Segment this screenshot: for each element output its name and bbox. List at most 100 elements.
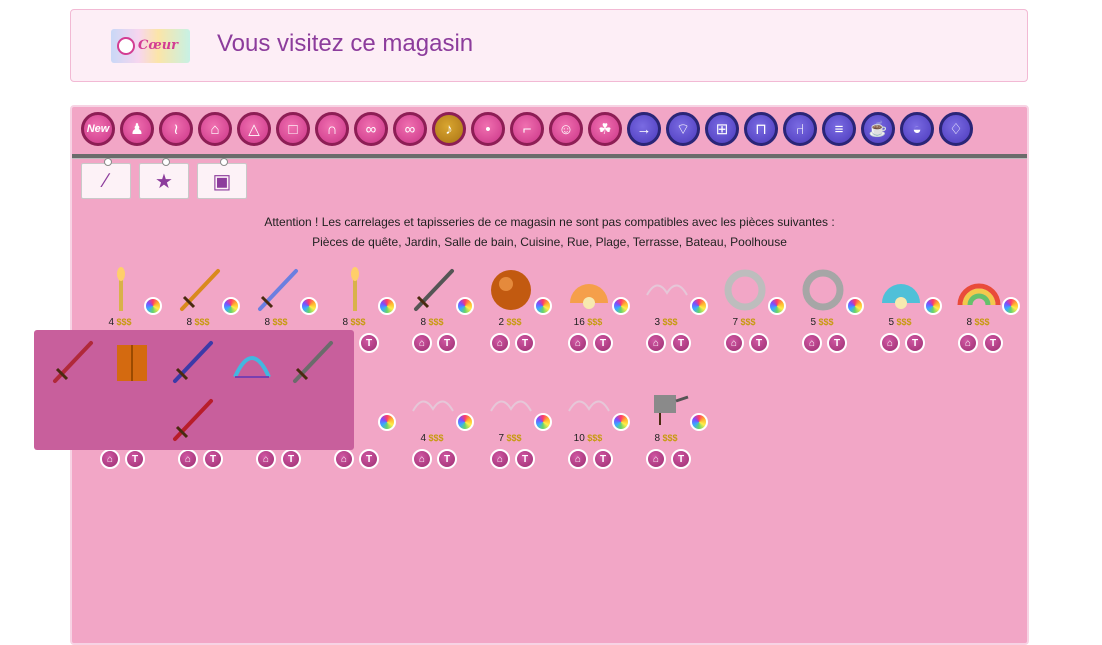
orange-orb-icon[interactable] <box>484 265 538 315</box>
category-new-button[interactable]: New <box>81 112 115 146</box>
try-on-button[interactable]: T <box>749 333 769 353</box>
try-on-button[interactable]: T <box>359 449 379 469</box>
wreath-icon[interactable] <box>718 265 772 315</box>
try-on-button[interactable]: T <box>671 449 691 469</box>
buy-cart-button[interactable]: ⌂ <box>490 449 510 469</box>
try-on-button[interactable]: T <box>827 333 847 353</box>
buy-cart-button[interactable]: ⌂ <box>724 333 744 353</box>
color-wheel-icon[interactable] <box>1002 297 1020 315</box>
buy-cart-button[interactable]: ⌂ <box>568 333 588 353</box>
try-on-button[interactable]: T <box>437 449 457 469</box>
orange-armor-icon[interactable] <box>104 334 160 390</box>
shell-icon[interactable] <box>562 265 616 315</box>
candle-staff-icon[interactable] <box>94 265 148 315</box>
color-wheel-icon[interactable] <box>690 297 708 315</box>
blue-sword-icon[interactable] <box>250 265 304 315</box>
subtab-sword[interactable]: ∕ <box>81 158 131 199</box>
color-wheel-icon[interactable] <box>456 413 474 431</box>
try-on-button[interactable]: T <box>359 333 379 353</box>
buy-cart-button[interactable]: ⌂ <box>178 449 198 469</box>
category-dress-button[interactable]: △ <box>237 112 271 146</box>
teapot-drip-icon[interactable] <box>640 381 694 431</box>
category-vase-button[interactable]: ♢ <box>939 112 973 146</box>
rainbow-shell-icon[interactable] <box>874 265 928 315</box>
try-on-button[interactable]: T <box>437 333 457 353</box>
wings-icon[interactable] <box>640 265 694 315</box>
color-wheel-icon[interactable] <box>690 413 708 431</box>
color-wheel-icon[interactable] <box>846 297 864 315</box>
color-wheel-icon[interactable] <box>612 297 630 315</box>
try-on-button[interactable]: T <box>671 333 691 353</box>
color-wheel-icon[interactable] <box>768 297 786 315</box>
ring-icon[interactable] <box>796 265 850 315</box>
category-wallpaper-button[interactable]: → <box>627 112 661 146</box>
color-wheel-icon[interactable] <box>456 297 474 315</box>
buy-cart-button[interactable]: ⌂ <box>646 449 666 469</box>
color-wheel-icon[interactable] <box>222 297 240 315</box>
coeur-logo[interactable]: Cœur <box>111 29 190 63</box>
color-wheel-icon[interactable] <box>924 297 942 315</box>
color-wheel-icon[interactable] <box>534 297 552 315</box>
buy-cart-button[interactable]: ⌂ <box>958 333 978 353</box>
red-blade-icon[interactable] <box>164 392 220 448</box>
category-tub-button[interactable]: ⌔ <box>666 112 700 146</box>
try-on-button[interactable]: T <box>593 333 613 353</box>
try-on-button[interactable]: T <box>905 333 925 353</box>
rainbow-icon[interactable] <box>952 265 1006 315</box>
subtab-stars[interactable]: ★ <box>139 158 189 199</box>
candle-staff-icon[interactable] <box>328 265 382 315</box>
buy-cart-button[interactable]: ⌂ <box>802 333 822 353</box>
try-on-button[interactable]: T <box>125 449 145 469</box>
golden-sword-icon[interactable] <box>172 265 226 315</box>
category-window-button[interactable]: ⊞ <box>705 112 739 146</box>
blue-sword-icon[interactable] <box>164 334 220 390</box>
sparkle-line-icon[interactable] <box>484 381 538 431</box>
category-table-button[interactable]: ⊓ <box>744 112 778 146</box>
try-on-button[interactable]: T <box>203 449 223 469</box>
category-jacket-button[interactable]: ⌂ <box>198 112 232 146</box>
wings-icon[interactable] <box>406 381 460 431</box>
category-outfit-button[interactable]: ☺ <box>549 112 583 146</box>
try-on-button[interactable]: T <box>983 333 1003 353</box>
category-body-button[interactable]: ♟ <box>120 112 154 146</box>
try-on-button[interactable]: T <box>515 333 535 353</box>
try-on-button[interactable]: T <box>593 449 613 469</box>
buy-cart-button[interactable]: ⌂ <box>334 449 354 469</box>
buy-cart-button[interactable]: ⌂ <box>646 333 666 353</box>
buy-cart-button[interactable]: ⌂ <box>880 333 900 353</box>
category-dresser-button[interactable]: ≡ <box>822 112 856 146</box>
dagger-icon[interactable] <box>284 334 340 390</box>
buy-cart-button[interactable]: ⌂ <box>412 449 432 469</box>
bow-icon[interactable] <box>224 334 280 390</box>
red-sword-icon[interactable] <box>44 334 100 390</box>
dark-sword-icon[interactable] <box>406 265 460 315</box>
buy-cart-button[interactable]: ⌂ <box>568 449 588 469</box>
color-wheel-icon[interactable] <box>534 413 552 431</box>
category-glasses-button[interactable]: ∞ <box>393 112 427 146</box>
buy-cart-button[interactable]: ⌂ <box>256 449 276 469</box>
color-wheel-icon[interactable] <box>378 297 396 315</box>
category-instrument-button[interactable]: ♪ <box>432 112 466 146</box>
category-pet-button[interactable]: ☘ <box>588 112 622 146</box>
category-pants-button[interactable]: ∩ <box>315 112 349 146</box>
color-wheel-icon[interactable] <box>612 413 630 431</box>
color-wheel-icon[interactable] <box>144 297 162 315</box>
color-wheel-icon[interactable] <box>300 297 318 315</box>
category-top-button[interactable]: □ <box>276 112 310 146</box>
color-wheel-icon[interactable] <box>378 413 396 431</box>
category-jewelry-button[interactable]: • <box>471 112 505 146</box>
lace-icon[interactable] <box>562 381 616 431</box>
buy-cart-button[interactable]: ⌂ <box>412 333 432 353</box>
shop-item: 8 $$$ ⌂T <box>950 265 1020 355</box>
category-chair-button[interactable]: ⑁ <box>783 112 817 146</box>
category-teapot-button[interactable]: ☕ <box>861 112 895 146</box>
category-shoes-button[interactable]: ⌐ <box>510 112 544 146</box>
category-lingerie-button[interactable]: ∞ <box>354 112 388 146</box>
buy-cart-button[interactable]: ⌂ <box>100 449 120 469</box>
subtab-bag[interactable]: ▣ <box>197 158 247 199</box>
category-pan-button[interactable]: ◒ <box>900 112 934 146</box>
try-on-button[interactable]: T <box>515 449 535 469</box>
category-wig-button[interactable]: ≀ <box>159 112 193 146</box>
try-on-button[interactable]: T <box>281 449 301 469</box>
buy-cart-button[interactable]: ⌂ <box>490 333 510 353</box>
